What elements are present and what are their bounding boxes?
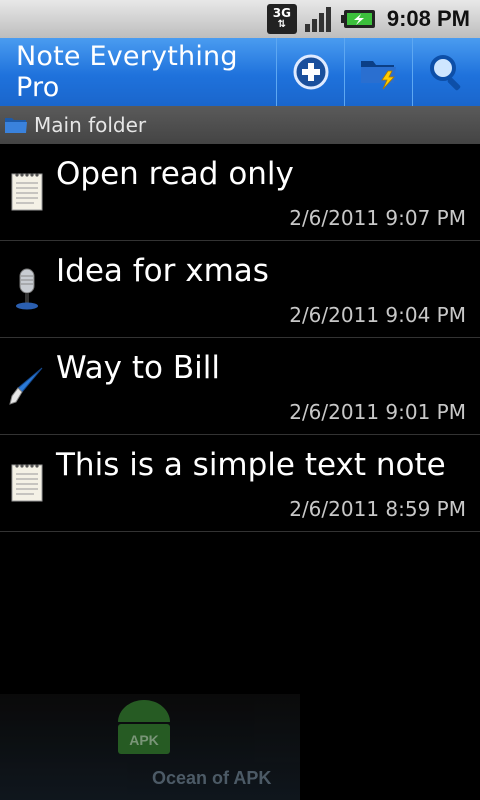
note-date: 2/6/2011 9:07 PM [289, 206, 466, 230]
text-note-icon [11, 464, 43, 502]
note-title: Idea for xmas [56, 253, 269, 289]
status-bar: 3G ⇅ 9:08 PM [0, 0, 480, 38]
add-icon [293, 54, 328, 90]
add-note-button[interactable] [276, 38, 344, 106]
note-item[interactable]: Open read only 2/6/2011 9:07 PM [0, 144, 480, 241]
battery-icon [340, 8, 377, 30]
folder-name: Main folder [34, 113, 147, 137]
folder-bar[interactable]: Main folder [0, 106, 480, 144]
folder-lightning-icon [360, 61, 396, 90]
note-date: 2/6/2011 9:04 PM [289, 303, 466, 327]
text-note-icon [11, 173, 43, 211]
android-logo-icon: APK [118, 700, 170, 754]
note-title: This is a simple text note [56, 447, 446, 483]
folder-button[interactable] [344, 38, 412, 106]
watermark: APK Ocean of APK [0, 694, 300, 800]
note-date: 2/6/2011 9:01 PM [289, 400, 466, 424]
watermark-text: Ocean of APK [152, 768, 272, 788]
microphone-icon [16, 268, 38, 310]
note-item[interactable]: Way to Bill 2/6/2011 9:01 PM [0, 338, 480, 435]
note-item[interactable]: Idea for xmas 2/6/2011 9:04 PM [0, 241, 480, 338]
paintbrush-icon [9, 367, 43, 405]
action-bar: Note Everything Pro [0, 38, 480, 106]
signal-strength-icon [303, 4, 335, 34]
app-title: Note Everything Pro [16, 41, 238, 103]
note-date: 2/6/2011 8:59 PM [289, 497, 466, 521]
note-title: Open read only [56, 156, 294, 192]
watermark-badge: APK [129, 732, 159, 748]
clock: 9:08 PM [386, 6, 470, 31]
folder-icon [5, 118, 27, 133]
network-type-label: 3G [272, 6, 291, 20]
search-button[interactable] [412, 38, 480, 106]
network-3g-icon: 3G ⇅ [266, 4, 297, 34]
search-icon [429, 55, 460, 91]
note-title: Way to Bill [56, 350, 220, 386]
note-item[interactable]: This is a simple text note 2/6/2011 8:59… [0, 435, 480, 532]
notes-list: Open read only 2/6/2011 9:07 PM Idea for… [0, 144, 480, 532]
